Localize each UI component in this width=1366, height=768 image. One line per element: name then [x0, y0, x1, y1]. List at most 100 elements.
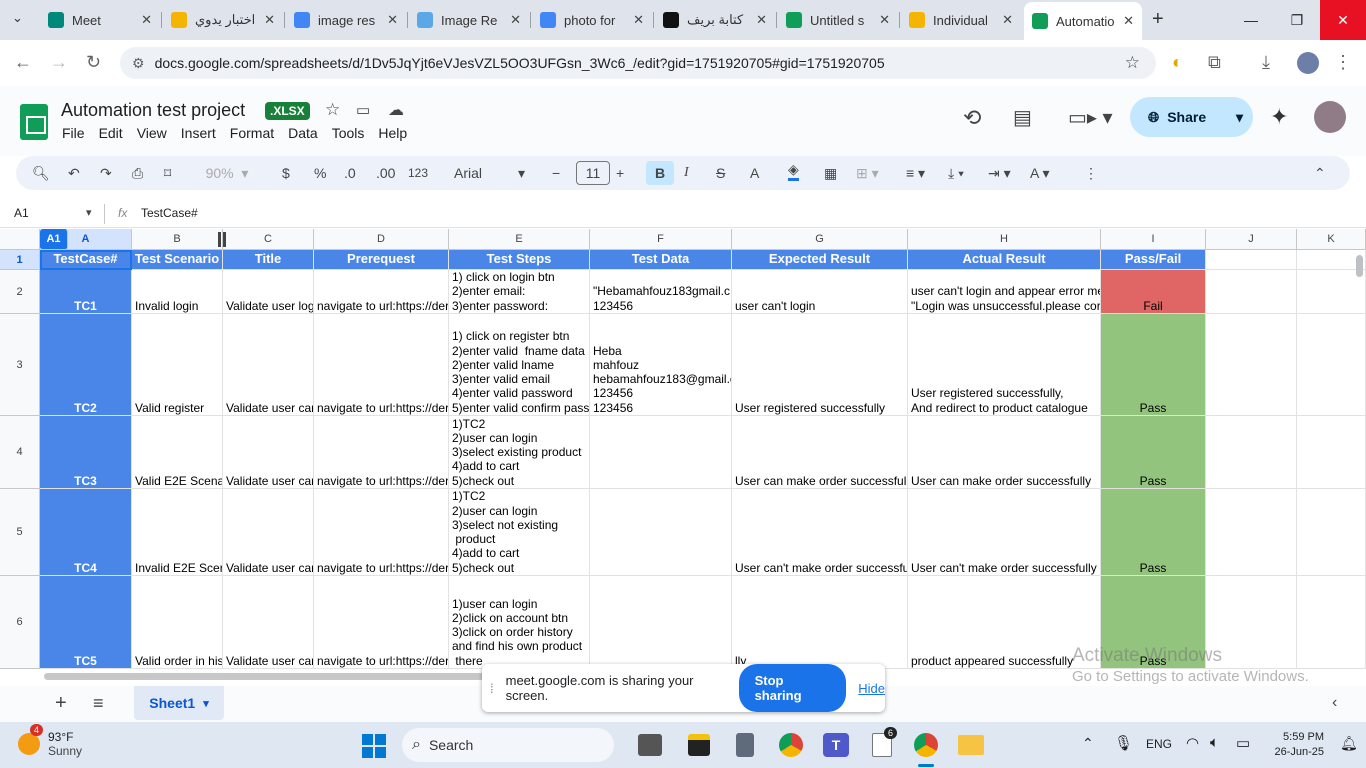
stop-sharing-button[interactable]: Stop sharing	[738, 664, 847, 712]
notes-app-icon[interactable]	[688, 734, 710, 756]
browser-tab[interactable]: Automatio ✕	[1024, 2, 1142, 40]
formula-input[interactable]: TestCase#	[141, 206, 198, 220]
sheet-tab-sheet1[interactable]: Sheet1 ▾	[134, 686, 224, 720]
start-icon[interactable]	[362, 734, 386, 758]
status-cell[interactable]: Pass	[1101, 416, 1206, 489]
language-indicator[interactable]: ENG	[1146, 737, 1172, 751]
header-cell[interactable]: Title	[223, 250, 314, 270]
data-cell[interactable]: navigate to url:https://der	[314, 270, 449, 314]
status-cell[interactable]: Fail	[1101, 270, 1206, 314]
close-tab-icon[interactable]: ✕	[633, 12, 644, 28]
data-cell[interactable]: Validate user car	[223, 489, 314, 576]
merge-cells-icon[interactable]: ⊞ ▾	[856, 161, 879, 185]
minimize-icon[interactable]: —	[1228, 0, 1274, 40]
chrome-active-icon[interactable]	[914, 733, 938, 757]
testcase-id-cell[interactable]: TC1	[40, 270, 132, 314]
menu-item-tools[interactable]: Tools	[332, 125, 365, 141]
menu-item-file[interactable]: File	[62, 125, 85, 141]
meet-call-icon[interactable]: ▭▸ ▾	[1068, 105, 1113, 130]
row-header-2[interactable]: 2	[0, 270, 40, 314]
reload-icon[interactable]: ↻	[86, 52, 101, 73]
move-folder-icon[interactable]: ▭	[356, 101, 370, 119]
header-cell[interactable]: Prerequest	[314, 250, 449, 270]
menu-item-help[interactable]: Help	[378, 125, 407, 141]
wifi-icon[interactable]: ◠	[1186, 734, 1199, 752]
borders-icon[interactable]: ▦	[824, 161, 837, 185]
header-cell[interactable]: Expected Result	[732, 250, 908, 270]
data-cell[interactable]: User can't make order successfully	[908, 489, 1101, 576]
data-cell[interactable]: 1) click on login btn 2)enter email: 3)e…	[449, 270, 590, 314]
data-cell[interactable]	[590, 416, 732, 489]
redo-icon[interactable]: ↷	[100, 161, 112, 185]
number-format-button[interactable]: 123	[408, 161, 428, 185]
data-cell[interactable]: 1)user can login 2)click on account btn …	[449, 576, 590, 669]
data-cell[interactable]: Valid E2E Scena	[132, 416, 223, 489]
column-header-e[interactable]: E	[449, 229, 590, 250]
empty-cell[interactable]	[1297, 270, 1366, 314]
browser-tab[interactable]: photo for ✕	[532, 6, 652, 34]
column-header-j[interactable]: J	[1206, 229, 1297, 250]
bold-button[interactable]: B	[646, 161, 674, 185]
search-menus-icon[interactable]: 🔍︎	[32, 161, 50, 185]
status-cell[interactable]: Pass	[1101, 489, 1206, 576]
data-cell[interactable]: user can't login	[732, 270, 908, 314]
data-cell[interactable]	[590, 489, 732, 576]
data-cell[interactable]	[590, 576, 732, 669]
maximize-icon[interactable]: ❐	[1274, 0, 1320, 40]
data-cell[interactable]: Valid register	[132, 314, 223, 416]
share-dropdown-icon[interactable]: ▾	[1236, 109, 1243, 126]
data-cell[interactable]: 1) click on register btn 2)enter valid f…	[449, 314, 590, 416]
column-header-f[interactable]: F	[590, 229, 732, 250]
site-info-icon[interactable]: ⚙	[132, 55, 145, 72]
battery-icon[interactable]: ▭	[1236, 734, 1250, 752]
name-box-dropdown-icon[interactable]: ▾	[86, 206, 92, 219]
close-tab-icon[interactable]: ✕	[387, 12, 398, 28]
close-window-icon[interactable]: ✕	[1320, 0, 1366, 40]
close-tab-icon[interactable]: ✕	[879, 12, 890, 28]
close-tab-icon[interactable]: ✕	[756, 12, 767, 28]
column-resize-handle[interactable]	[218, 232, 226, 247]
close-tab-icon[interactable]: ✕	[1123, 13, 1134, 29]
share-button[interactable]: 🌐︎ Share ▾	[1130, 97, 1253, 137]
gemini-icon[interactable]: ✦	[1270, 104, 1288, 130]
row-header-6[interactable]: 6	[0, 576, 40, 669]
data-cell[interactable]: Validate user car	[223, 314, 314, 416]
vertical-align-icon[interactable]: ⤓ ▾	[948, 161, 964, 185]
font-dropdown-icon[interactable]: ▾	[518, 161, 525, 185]
row-header-4[interactable]: 4	[0, 416, 40, 489]
data-cell[interactable]: User can't make order successfu	[732, 489, 908, 576]
version-history-icon[interactable]: ⟲	[963, 105, 981, 131]
hide-banner-link[interactable]: Hide	[858, 681, 885, 696]
select-all-corner[interactable]	[0, 229, 40, 250]
data-cell[interactable]: Invalid E2E Scer	[132, 489, 223, 576]
increase-font-size-button[interactable]: +	[616, 161, 624, 185]
testcase-id-cell[interactable]: TC5	[40, 576, 132, 669]
star-icon[interactable]: ☆	[325, 100, 340, 120]
data-cell[interactable]: Valid order in his	[132, 576, 223, 669]
zoom-select[interactable]: 90% ▾	[196, 161, 258, 185]
empty-cell[interactable]	[1297, 314, 1366, 416]
data-cell[interactable]: Validate user log	[223, 270, 314, 314]
browser-tab[interactable]: كتابة بريف ✕	[655, 6, 775, 34]
undo-icon[interactable]: ↶	[68, 161, 80, 185]
close-tab-icon[interactable]: ✕	[264, 12, 275, 28]
empty-cell[interactable]	[1206, 314, 1297, 416]
text-color-icon[interactable]: A	[750, 161, 759, 185]
notifications-icon[interactable]: 🔔︎	[1340, 735, 1358, 752]
account-avatar[interactable]	[1314, 101, 1346, 133]
data-cell[interactable]: 1)TC2 2)user can login 3)select not exis…	[449, 489, 590, 576]
close-tab-icon[interactable]: ✕	[1002, 12, 1013, 28]
row-header-1[interactable]: 1	[0, 250, 40, 270]
data-cell[interactable]: Validate user car	[223, 416, 314, 489]
empty-cell[interactable]	[1206, 416, 1297, 489]
empty-cell[interactable]	[1297, 416, 1366, 489]
add-sheet-icon[interactable]: +	[55, 692, 67, 715]
teams-icon[interactable]: T	[823, 733, 849, 757]
text-rotation-icon[interactable]: A ▾	[1030, 161, 1049, 185]
row-header-3[interactable]: 3	[0, 314, 40, 416]
browser-tab[interactable]: Untitled s ✕	[778, 6, 898, 34]
column-header-g[interactable]: G	[732, 229, 908, 250]
browser-tab[interactable]: image res ✕	[286, 6, 406, 34]
browser-tab[interactable]: Image Re ✕	[409, 6, 529, 34]
decrease-decimal-button[interactable]: .0	[344, 161, 356, 185]
